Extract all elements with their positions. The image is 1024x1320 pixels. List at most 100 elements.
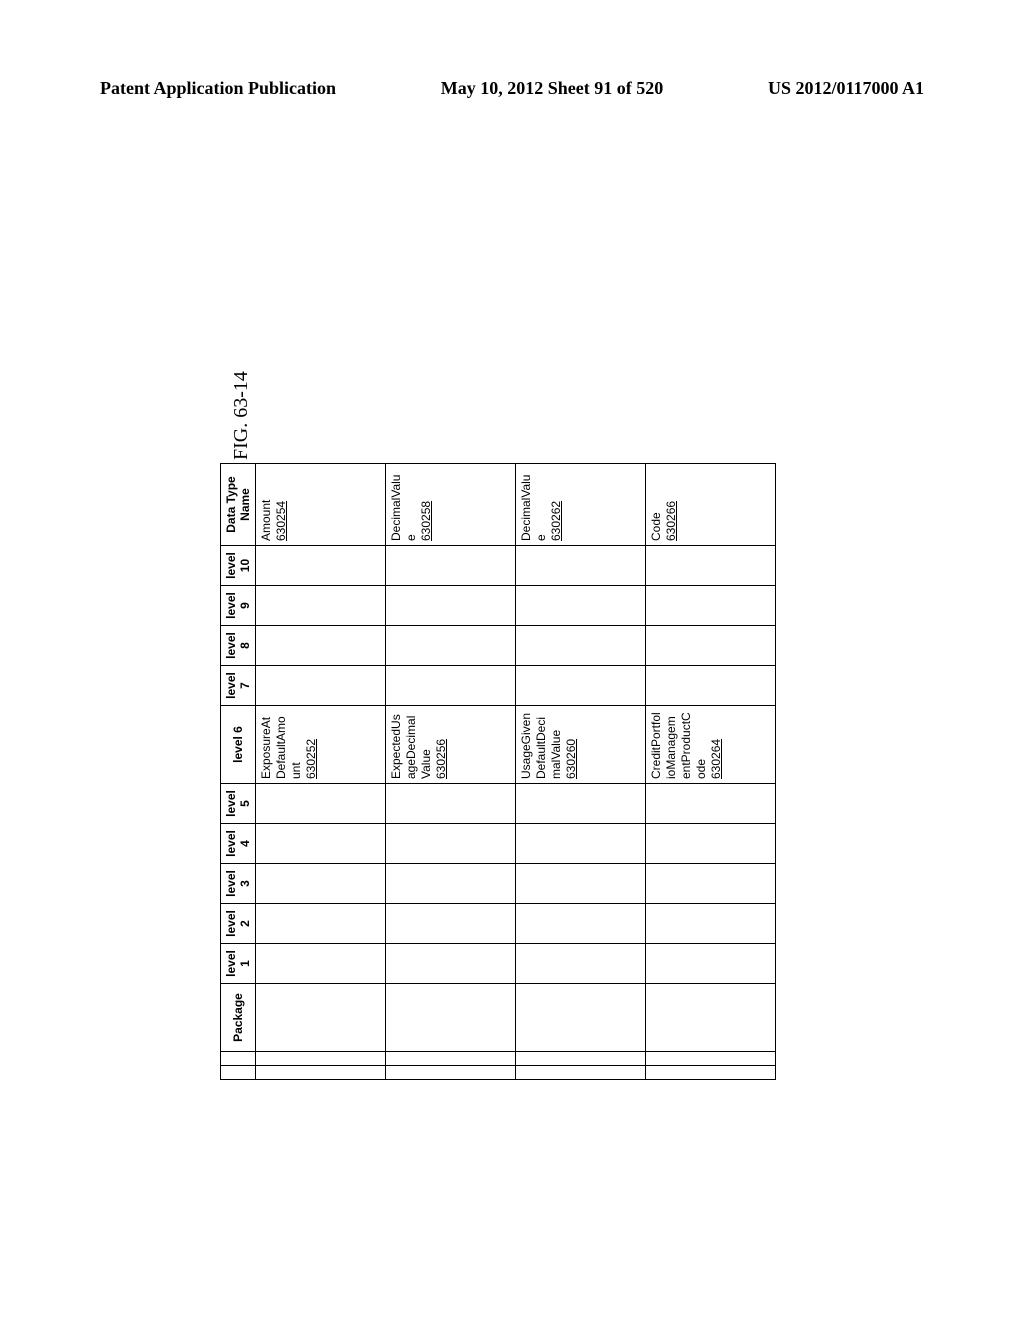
col-level-4: level 4 <box>221 824 256 864</box>
cell-l1 <box>386 944 516 984</box>
cell-pkg <box>386 984 516 1052</box>
cell-l6: ExpectedUsageDecimalValue 630256 <box>386 706 516 784</box>
col-level-9: level 9 <box>221 586 256 626</box>
cell-l5 <box>256 784 386 824</box>
cell-l6: UsageGivenDefaultDecimalValue 630260 <box>516 706 646 784</box>
cell-l9 <box>516 586 646 626</box>
cell-l5 <box>516 784 646 824</box>
cell-l4 <box>386 824 516 864</box>
cell-l7 <box>256 666 386 706</box>
cell-l10 <box>256 546 386 586</box>
cell-l3 <box>386 864 516 904</box>
cell-l3 <box>516 864 646 904</box>
level6-text: ExposureAtDefaultAmount <box>259 716 303 779</box>
col-level-6: level 6 <box>221 706 256 784</box>
cell-l1 <box>516 944 646 984</box>
col-package-a <box>221 1066 256 1080</box>
cell-l8 <box>256 626 386 666</box>
level6-ref: 630252 <box>304 739 318 779</box>
table-row: ExposureAtDefaultAmount 630252 Amount 63… <box>256 464 386 1080</box>
cell-l4 <box>516 824 646 864</box>
cell-pkg-b <box>386 1052 516 1066</box>
col-package-b <box>221 1052 256 1066</box>
cell-l2 <box>646 904 776 944</box>
dtn-ref: 630262 <box>549 501 563 541</box>
cell-l8 <box>386 626 516 666</box>
cell-l9 <box>386 586 516 626</box>
cell-dtn: Amount 630254 <box>256 464 386 546</box>
rotated-table-wrapper: Package level 1 level 2 level 3 level 4 … <box>220 463 776 1080</box>
cell-l5 <box>386 784 516 824</box>
table-row: CreditPortfolioManagementProductCode 630… <box>646 464 776 1080</box>
col-level-5: level 5 <box>221 784 256 824</box>
header-right: US 2012/0117000 A1 <box>768 78 924 99</box>
cell-l7 <box>386 666 516 706</box>
table-row: ExpectedUsageDecimalValue 630256 Decimal… <box>386 464 516 1080</box>
cell-pkg-a <box>646 1066 776 1080</box>
header-center: May 10, 2012 Sheet 91 of 520 <box>441 78 663 99</box>
page-header: Patent Application Publication May 10, 2… <box>100 78 924 99</box>
cell-pkg-b <box>646 1052 776 1066</box>
col-level-2: level 2 <box>221 904 256 944</box>
cell-l8 <box>516 626 646 666</box>
cell-dtn: DecimalValue 630258 <box>386 464 516 546</box>
data-table: Package level 1 level 2 level 3 level 4 … <box>220 463 776 1080</box>
col-level-3: level 3 <box>221 864 256 904</box>
cell-l5 <box>646 784 776 824</box>
cell-l9 <box>646 586 776 626</box>
cell-l4 <box>646 824 776 864</box>
cell-l10 <box>646 546 776 586</box>
level6-text: UsageGivenDefaultDecimalValue <box>519 713 563 779</box>
cell-pkg-a <box>256 1066 386 1080</box>
header-left: Patent Application Publication <box>100 78 336 99</box>
cell-l4 <box>256 824 386 864</box>
cell-l2 <box>516 904 646 944</box>
cell-pkg <box>256 984 386 1052</box>
cell-l3 <box>256 864 386 904</box>
col-package: Package <box>221 984 256 1052</box>
col-level-7: level 7 <box>221 666 256 706</box>
dtn-text: Amount <box>259 500 273 541</box>
cell-pkg-a <box>516 1066 646 1080</box>
cell-l7 <box>516 666 646 706</box>
table-body: ExposureAtDefaultAmount 630252 Amount 63… <box>256 464 776 1080</box>
cell-l3 <box>646 864 776 904</box>
cell-pkg-b <box>516 1052 646 1066</box>
cell-pkg <box>516 984 646 1052</box>
cell-l10 <box>516 546 646 586</box>
cell-l6: ExposureAtDefaultAmount 630252 <box>256 706 386 784</box>
cell-l10 <box>386 546 516 586</box>
cell-l1 <box>256 944 386 984</box>
cell-l1 <box>646 944 776 984</box>
cell-l6: CreditPortfolioManagementProductCode 630… <box>646 706 776 784</box>
figure-label: FIG. 63-14 <box>230 371 253 460</box>
level6-ref: 630264 <box>709 739 723 779</box>
dtn-text: DecimalValue <box>389 475 418 541</box>
cell-l7 <box>646 666 776 706</box>
cell-pkg-b <box>256 1052 386 1066</box>
cell-l2 <box>256 904 386 944</box>
dtn-ref: 630254 <box>274 501 288 541</box>
dtn-text: Code <box>649 512 663 541</box>
col-level-10: level 10 <box>221 546 256 586</box>
cell-l8 <box>646 626 776 666</box>
cell-pkg-a <box>386 1066 516 1080</box>
level6-ref: 630256 <box>434 739 448 779</box>
patent-page: Patent Application Publication May 10, 2… <box>0 0 1024 1320</box>
dtn-ref: 630266 <box>664 501 678 541</box>
cell-pkg <box>646 984 776 1052</box>
level6-ref: 630260 <box>564 739 578 779</box>
table-row: UsageGivenDefaultDecimalValue 630260 Dec… <box>516 464 646 1080</box>
dtn-text: DecimalValue <box>519 475 548 541</box>
level6-text: ExpectedUsageDecimalValue <box>389 714 433 779</box>
col-data-type-name: Data Type Name <box>221 464 256 546</box>
col-level-8: level 8 <box>221 626 256 666</box>
cell-dtn: DecimalValue 630262 <box>516 464 646 546</box>
cell-l2 <box>386 904 516 944</box>
cell-dtn: Code 630266 <box>646 464 776 546</box>
table-header-row: Package level 1 level 2 level 3 level 4 … <box>221 464 256 1080</box>
cell-l9 <box>256 586 386 626</box>
dtn-ref: 630258 <box>419 501 433 541</box>
level6-text: CreditPortfolioManagementProductCode <box>649 712 708 779</box>
col-level-1: level 1 <box>221 944 256 984</box>
